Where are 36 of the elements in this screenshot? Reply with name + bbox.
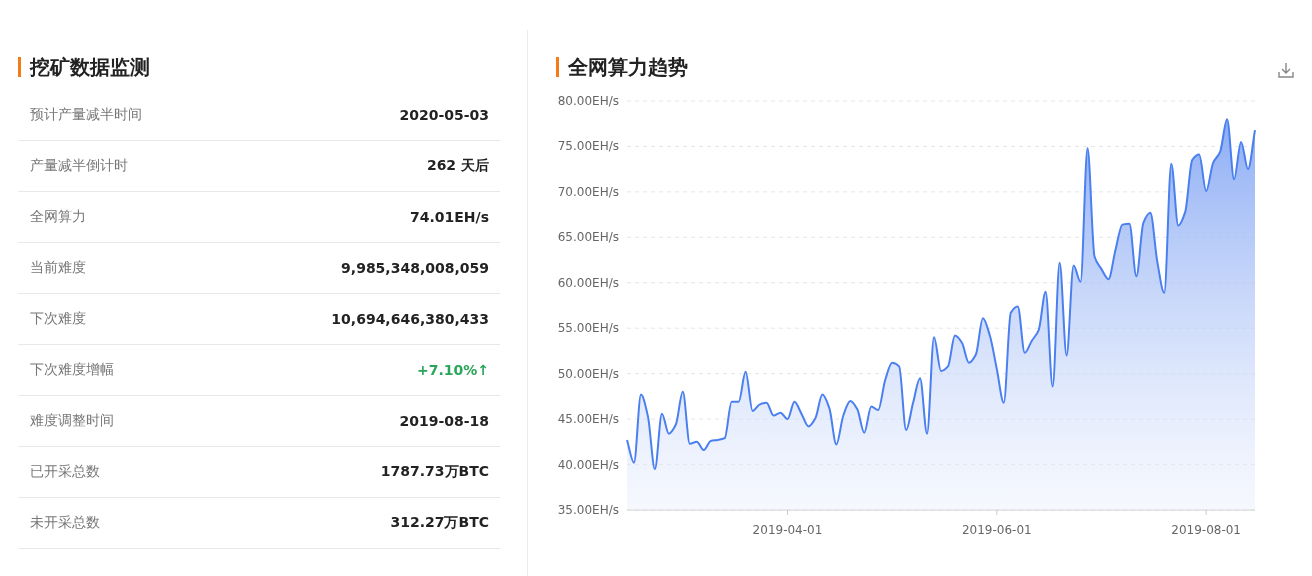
stat-value: 262 天后 (426, 157, 489, 175)
stat-label: 产量减半倒计时 (30, 157, 128, 175)
stat-label: 预计产量减半时间 (30, 106, 142, 124)
stat-value: +7.10%↑ (416, 362, 489, 378)
y-axis-label: 80.00EH/s (557, 94, 619, 108)
download-icon[interactable] (1276, 60, 1296, 80)
y-axis-label: 35.00EH/s (557, 503, 619, 517)
stat-value: 1787.73万BTC (380, 463, 489, 481)
stat-value: 2019-08-18 (399, 413, 489, 429)
stat-label: 当前难度 (30, 259, 86, 277)
stat-value: 2020-05-03 (399, 107, 489, 123)
y-axis-label: 45.00EH/s (557, 412, 619, 427)
title-accent-bar (18, 57, 21, 77)
stat-value: 9,985,348,008,059 (341, 260, 489, 276)
section-title: 全网算力趋势 (568, 53, 688, 81)
stat-value: 312.27万BTC (390, 514, 489, 532)
stat-label: 未开采总数 (30, 514, 100, 532)
stat-value: 10,694,646,380,433 (331, 311, 489, 327)
y-axis-label: 60.00EH/s (557, 275, 619, 290)
stat-label: 下次难度增幅 (30, 361, 114, 379)
stat-label: 已开采总数 (30, 463, 100, 481)
y-axis-label: 40.00EH/s (557, 457, 619, 472)
x-axis-label: 2019-06-01 (961, 523, 1032, 537)
y-axis-label: 70.00EH/s (557, 184, 619, 199)
stat-label: 全网算力 (30, 208, 86, 226)
y-axis-label: 65.00EH/s (557, 230, 619, 245)
y-axis-label: 55.00EH/s (557, 321, 619, 336)
section-title: 挖矿数据监测 (30, 53, 150, 81)
stat-label: 难度调整时间 (30, 412, 114, 430)
stat-value: 74.01EH/s (410, 209, 489, 225)
x-axis-label: 2019-04-01 (752, 523, 823, 537)
title-accent-bar (556, 57, 559, 77)
y-axis-label: 75.00EH/s (557, 139, 619, 154)
stat-label: 下次难度 (30, 310, 86, 328)
y-axis-label: 50.00EH/s (557, 366, 619, 381)
x-axis-label: 2019-08-01 (1171, 523, 1242, 537)
